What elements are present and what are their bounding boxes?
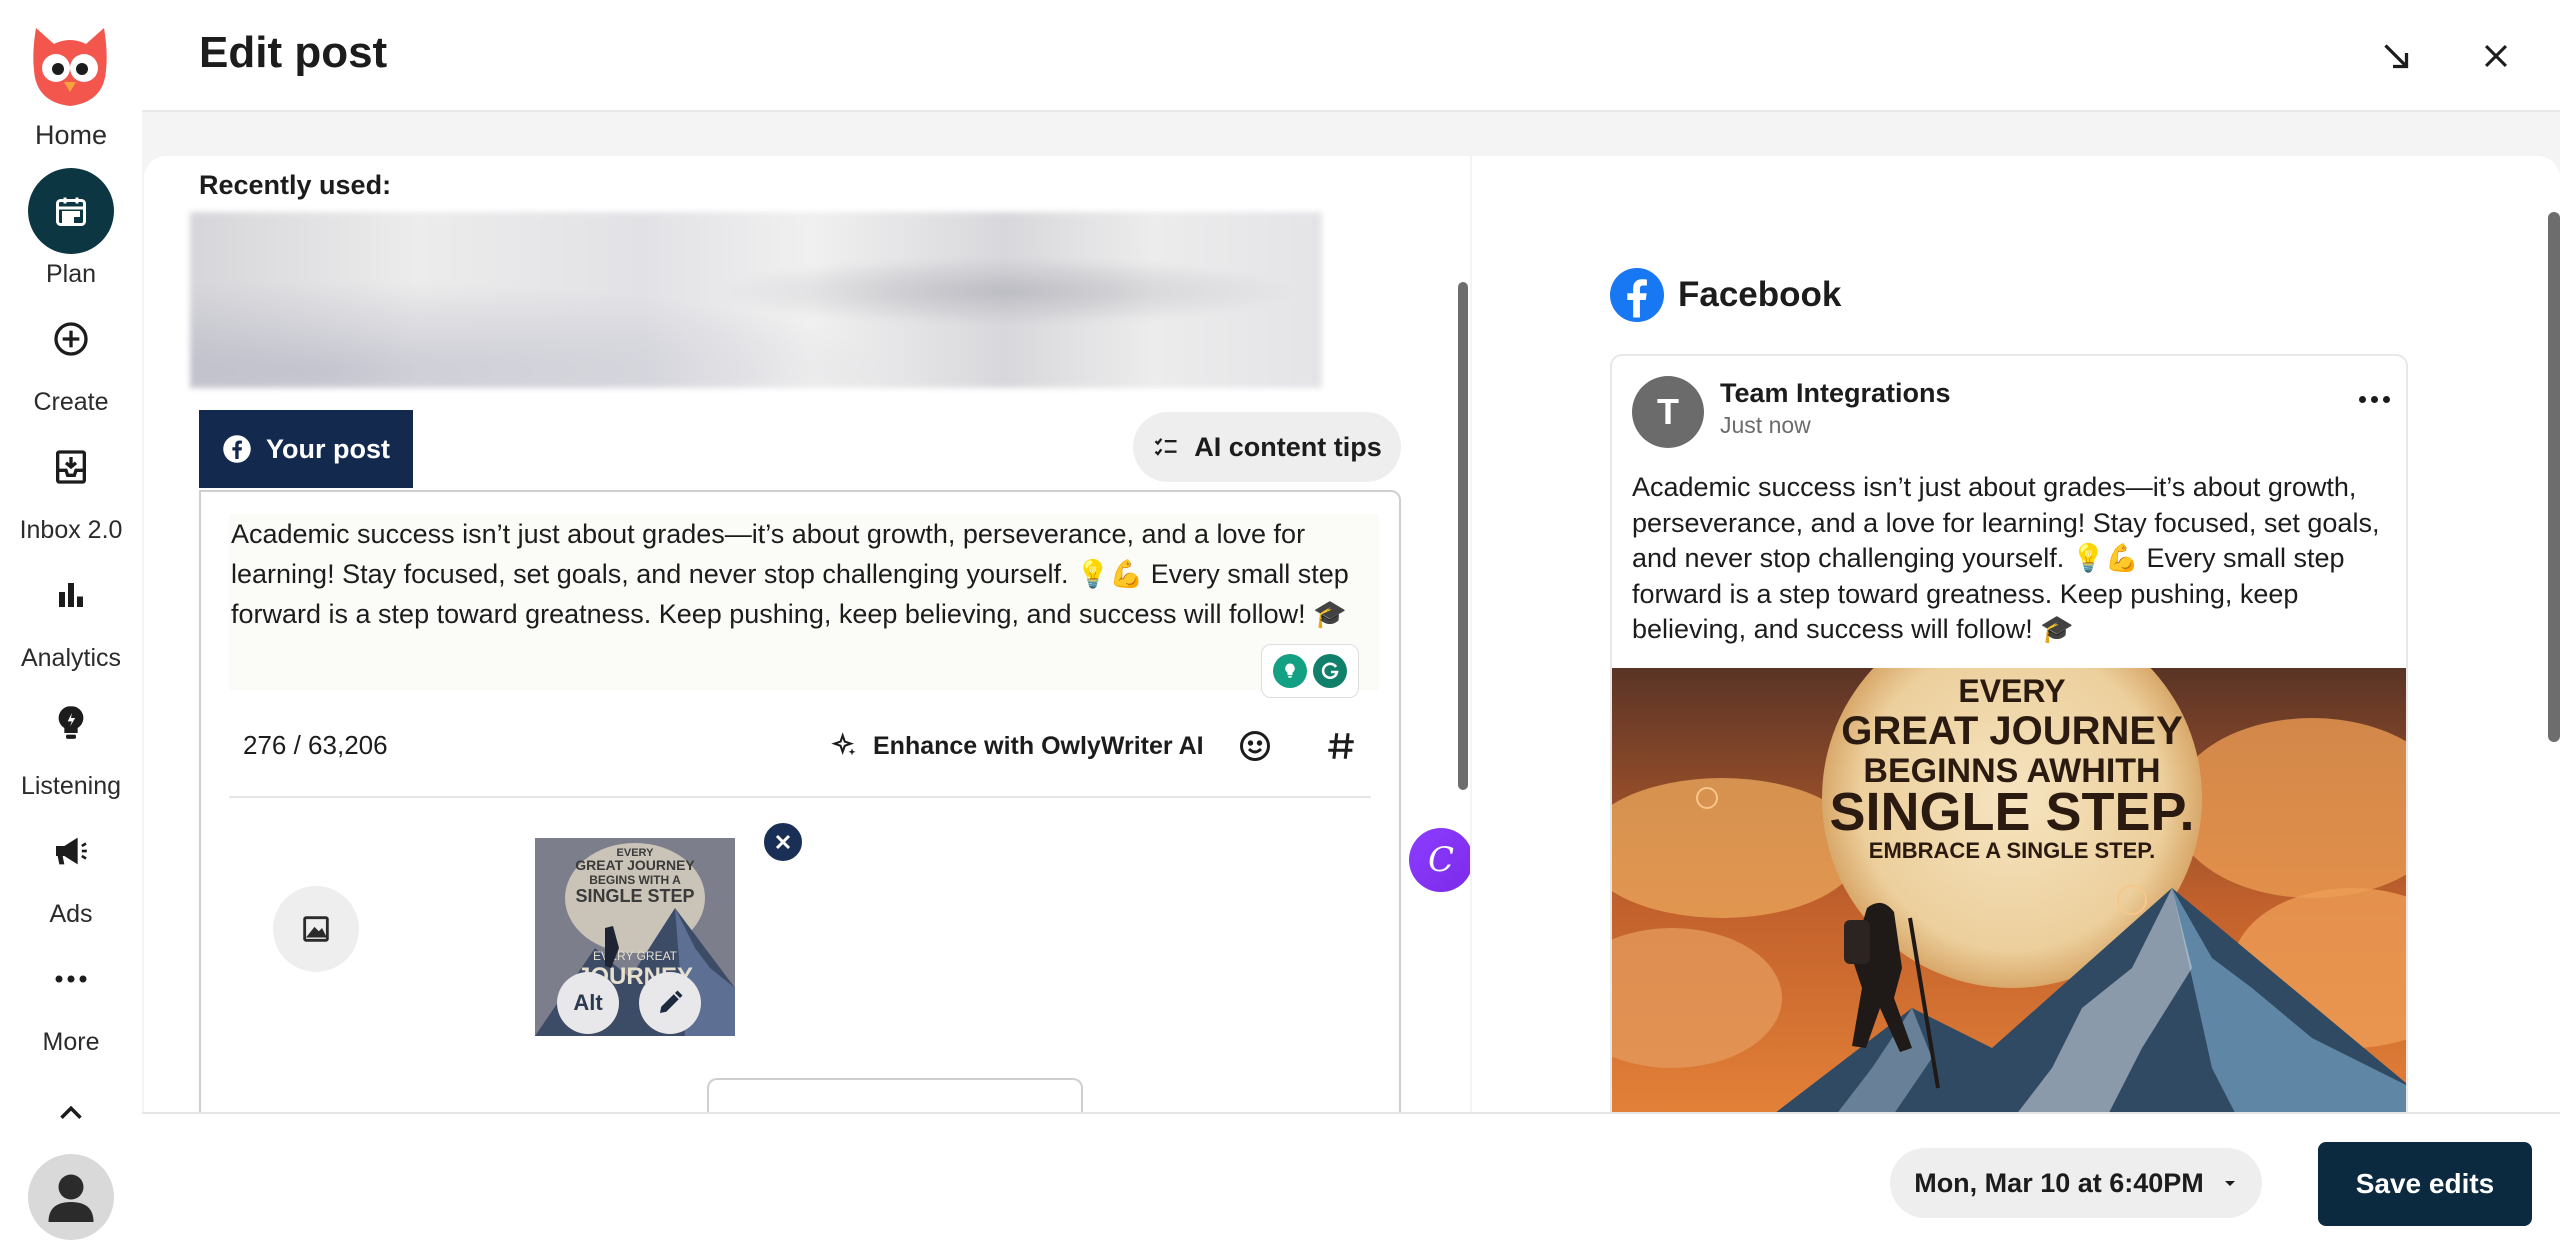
- account-avatar: T: [1632, 376, 1704, 448]
- canva-button[interactable]: C: [1409, 828, 1470, 892]
- header: Edit post: [142, 0, 2560, 112]
- inbox-icon: [28, 424, 114, 510]
- character-count: 276 / 63,206: [243, 730, 388, 760]
- sidebar-item-inbox[interactable]: Inbox 2.0: [0, 424, 142, 545]
- bulb-icon: [1273, 654, 1307, 688]
- schedule-date-picker[interactable]: Mon, Mar 10 at 6:40PM: [1890, 1148, 2262, 1218]
- schedule-date: Mon, Mar 10 at 6:40PM: [1914, 1167, 2204, 1198]
- hashtag-button[interactable]: [1317, 722, 1365, 770]
- divider: [229, 796, 1371, 798]
- megaphone-icon: [28, 808, 114, 894]
- image-text-1: EVERY: [1958, 673, 2065, 709]
- sidebar-item-more[interactable]: More: [0, 936, 142, 1057]
- composer-panel: Recently used: Your post AI content tips…: [144, 156, 1470, 1112]
- pencil-icon: [660, 990, 683, 1013]
- sidebar-item-analytics[interactable]: Analytics: [0, 552, 142, 673]
- more-dots-icon: [28, 936, 114, 1022]
- image-text-4: SINGLE STEP.: [1829, 782, 2194, 842]
- tab-your-post[interactable]: Your post: [199, 410, 413, 488]
- minimize-button[interactable]: [2372, 32, 2420, 80]
- close-button[interactable]: [2472, 32, 2520, 80]
- account-name: Team Integrations: [1720, 378, 1951, 408]
- sidebar-item-label: Analytics: [20, 644, 122, 672]
- sidebar-item-label: More: [42, 1028, 100, 1056]
- partial-field[interactable]: [707, 1078, 1083, 1112]
- sidebar-item-label: Ads: [49, 900, 93, 928]
- grammarly-widget[interactable]: [1261, 644, 1359, 698]
- facebook-post-preview: T Team Integrations Just now Academic su…: [1610, 354, 2408, 1112]
- calendar-icon: [28, 168, 114, 254]
- sidebar-item-plan[interactable]: Plan: [0, 168, 142, 289]
- save-edits-button[interactable]: Save edits: [2318, 1142, 2532, 1226]
- grammarly-icon: [1313, 654, 1347, 688]
- edit-image-button[interactable]: [639, 972, 701, 1034]
- network-header: Facebook: [1610, 268, 1841, 322]
- svg-text:GREAT JOURNEY: GREAT JOURNEY: [575, 857, 695, 873]
- hootsuite-owl-logo[interactable]: [26, 22, 114, 110]
- preview-panel: Facebook T Team Integrations Just now Ac…: [1472, 156, 2560, 1112]
- tab-label: Your post: [266, 433, 390, 464]
- recently-used-label: Recently used:: [199, 170, 392, 200]
- arrow-down-right-icon: [2384, 44, 2409, 69]
- chevron-up-icon[interactable]: [52, 1094, 90, 1132]
- enhance-owlywriter-button[interactable]: Enhance with OwlyWriter AI: [831, 720, 1204, 772]
- facebook-icon: [1610, 268, 1664, 322]
- enhance-label: Enhance with OwlyWriter AI: [873, 731, 1204, 760]
- post-timestamp: Just now: [1720, 412, 1811, 438]
- svg-text:BEGINS WITH A: BEGINS WITH A: [589, 873, 681, 887]
- sidebar-item-create[interactable]: Create: [0, 296, 142, 417]
- checklist-icon: [1154, 438, 1177, 456]
- image-text-2: GREAT JOURNEY: [1841, 709, 2183, 753]
- preview-scrollbar[interactable]: [2548, 212, 2560, 742]
- sidebar-item-label: Create: [33, 388, 109, 416]
- facebook-icon: [223, 435, 251, 463]
- emoji-button[interactable]: [1231, 722, 1279, 770]
- add-media-button[interactable]: [273, 886, 359, 972]
- alt-text-button[interactable]: Alt: [557, 972, 619, 1034]
- lightbulb-icon: [28, 680, 114, 766]
- sidebar-item-listening[interactable]: Listening: [0, 680, 142, 801]
- network-name: Facebook: [1678, 275, 1842, 314]
- page-title: Edit post: [199, 28, 388, 77]
- bar-chart-icon: [28, 552, 114, 638]
- caret-down-icon: [2224, 1181, 2235, 1186]
- recently-used-blurred: [190, 212, 1322, 388]
- close-icon: [2484, 44, 2508, 68]
- post-editor: Academic success isn’t just about grades…: [199, 490, 1470, 1112]
- user-avatar[interactable]: [28, 1154, 114, 1240]
- preview-post-text: Academic success isn’t just about grades…: [1632, 472, 2380, 644]
- svg-text:SINGLE STEP: SINGLE STEP: [575, 886, 694, 906]
- ai-content-tips-button[interactable]: AI content tips: [1133, 412, 1401, 482]
- sidebar-item-label: Listening: [20, 772, 122, 800]
- close-icon: [775, 834, 791, 850]
- nav-home-label[interactable]: Home: [0, 120, 142, 151]
- sparkle-icon: [831, 732, 856, 756]
- smiley-icon: [1240, 731, 1270, 761]
- sidebar-item-label: Plan: [45, 260, 97, 288]
- sidebar: Home Plan Create Inbox 2.0 Analytics Lis…: [0, 0, 142, 1248]
- image-icon: [303, 916, 329, 942]
- sidebar-item-label: Inbox 2.0: [19, 516, 123, 544]
- hashtag-icon: [1328, 733, 1354, 759]
- remove-media-button[interactable]: [761, 820, 805, 864]
- plus-circle-icon: [28, 296, 114, 382]
- sidebar-item-ads[interactable]: Ads: [0, 808, 142, 929]
- image-text-5: EMBRACE A SINGLE STEP.: [1869, 838, 2155, 863]
- preview-image: EVERY GREAT JOURNEY BEGINNS AWHITH SINGL…: [1612, 668, 2406, 1112]
- ai-tips-label: AI content tips: [1194, 431, 1382, 462]
- footer: Mon, Mar 10 at 6:40PM Save edits: [142, 1112, 2560, 1248]
- post-text-input[interactable]: Academic success isn’t just about grades…: [229, 514, 1379, 690]
- composer-scrollbar[interactable]: [1458, 282, 1468, 790]
- more-options-button[interactable]: [2354, 384, 2394, 414]
